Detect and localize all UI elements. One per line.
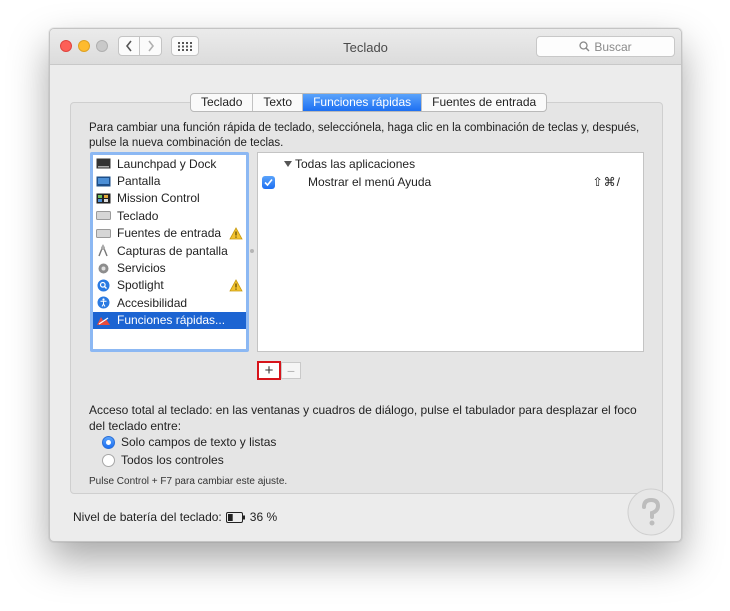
keyboard-access-text: Acceso total al teclado: en las ventanas… [89,403,637,433]
search-icon [579,41,590,52]
keyboard-access-hint: Pulse Control + F7 para cambiar este aju… [89,476,288,487]
add-shortcut-button[interactable]: + [257,361,281,380]
category-label: Fuentes de entrada [117,226,222,241]
category-spotlight[interactable]: Spotlight [93,277,246,294]
category-label: Capturas de pantalla [117,243,228,258]
spotlight-icon [96,279,111,292]
category-label: Servicios [117,261,166,276]
category-services[interactable]: Servicios [93,259,246,276]
category-display[interactable]: Pantalla [93,172,246,189]
category-label: Mission Control [117,191,200,206]
radio-button[interactable] [102,453,115,467]
radio-button-selected[interactable] [102,435,115,449]
shortcut-name: Mostrar el menú Ayuda [308,175,432,189]
warning-icon [229,226,243,239]
category-accessibility[interactable]: Accesibilidad [93,294,246,311]
instructions-text: Para cambiar una función rápida de tecla… [89,122,640,149]
category-list[interactable]: Launchpad y Dock Pantalla Mission Contro… [90,152,249,352]
remove-shortcut-button[interactable]: − [281,362,301,379]
launchpad-icon [96,158,111,170]
category-label: Accesibilidad [117,295,188,310]
category-label: Spotlight [117,278,164,293]
tab-bar: Teclado Texto Funciones rápidas Fuentes … [190,93,548,112]
shortcut-keys[interactable]: ⇧⌘/ [593,175,621,189]
radio-label: Todos los controles [121,453,224,467]
tab-shortcuts[interactable]: Funciones rápidas [303,94,423,111]
battery-label: Nivel de batería del teclado: [73,510,222,524]
category-label: Pantalla [117,174,161,189]
category-label: Teclado [117,208,159,223]
logo-watermark-icon [627,488,675,536]
warning-icon [229,278,243,292]
category-keyboard[interactable]: Teclado [93,207,246,224]
shortcut-group[interactable]: Todas las aplicaciones [284,157,415,171]
category-input-sources[interactable]: Fuentes de entrada [93,225,246,242]
shortcut-group-label: Todas las aplicaciones [295,157,416,171]
accessibility-icon [96,296,111,309]
radio-all-controls[interactable]: Todos los controles [102,453,224,467]
battery-icon [225,511,245,523]
category-screenshots[interactable]: Capturas de pantalla [93,242,246,259]
split-view-handle[interactable] [250,249,254,253]
tab-keyboard[interactable]: Teclado [191,94,254,111]
shortcut-row[interactable]: Mostrar el menú Ayuda ⇧⌘/ [261,174,641,190]
display-icon [96,175,111,187]
shortcut-enabled-checkbox[interactable] [262,175,275,189]
app-shortcuts-icon [96,314,111,326]
keyboard-icon [96,210,111,222]
tab-input-sources[interactable]: Fuentes de entrada [422,94,546,111]
tab-text[interactable]: Texto [253,94,304,111]
mission-control-icon [96,192,111,204]
category-app-shortcuts[interactable]: Funciones rápidas... [93,311,246,329]
screenshot-icon [96,244,111,257]
search-placeholder: Buscar [594,39,632,54]
category-label: Funciones rápidas... [117,313,226,328]
search-field[interactable]: Buscar [536,36,675,57]
battery-status: Nivel de batería del teclado: 36 % [73,510,277,524]
radio-label: Solo campos de texto y listas [121,435,277,449]
preferences-window: Teclado Buscar Teclado Texto Funciones r… [49,28,682,542]
shortcuts-list[interactable]: Todas las aplicaciones Mostrar el menú A… [257,152,644,352]
checkmark-icon [264,178,273,186]
category-mission-control[interactable]: Mission Control [93,190,246,207]
radio-text-fields-lists[interactable]: Solo campos de texto y listas [102,435,276,449]
services-gear-icon [96,262,111,274]
title-bar: Teclado Buscar [50,29,681,65]
input-sources-icon [96,227,111,239]
disclosure-triangle-icon [284,161,292,167]
battery-value: 36 % [249,510,278,524]
category-launchpad[interactable]: Launchpad y Dock [93,155,246,172]
category-label: Launchpad y Dock [117,156,217,171]
